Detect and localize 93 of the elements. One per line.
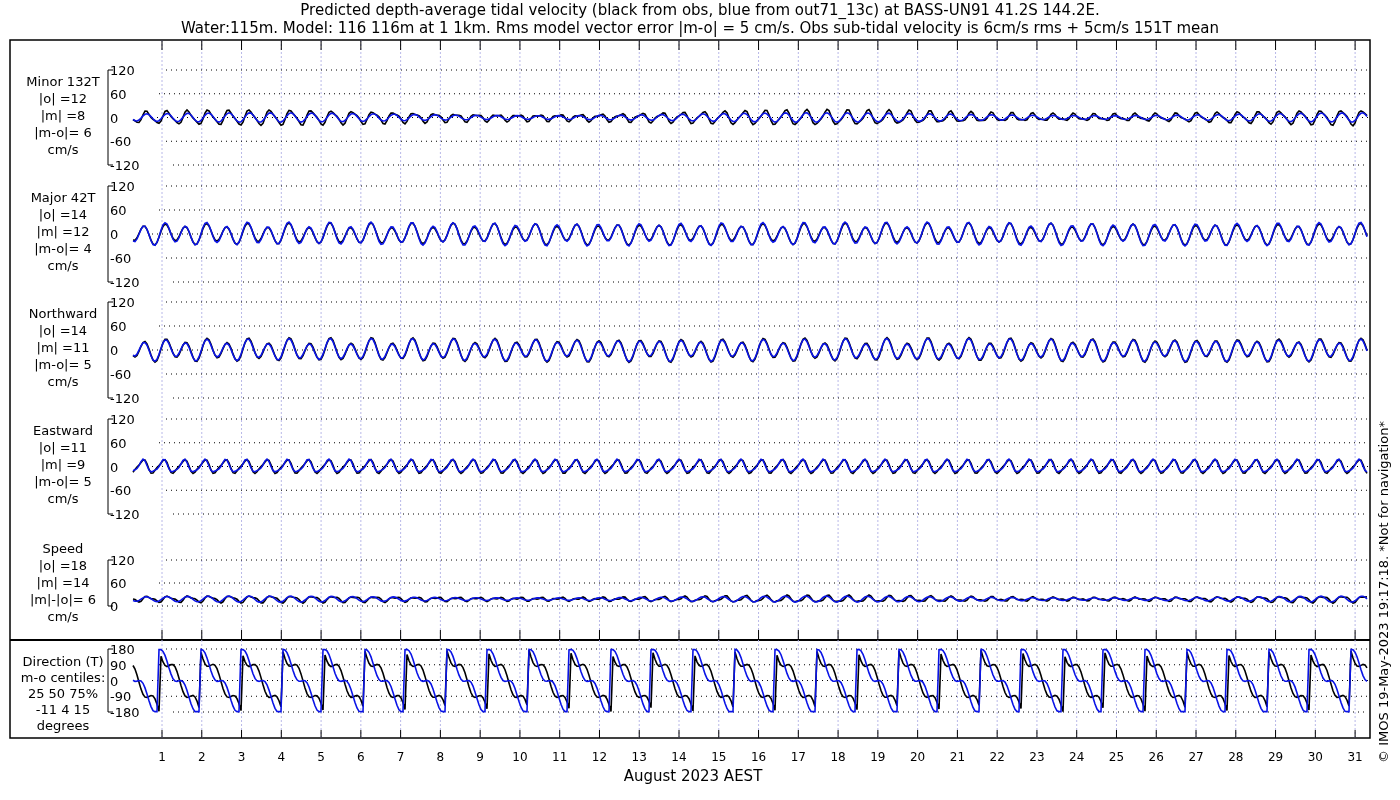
y-tick-label: -60 [110, 251, 132, 266]
panel-label: m-o centiles: [20, 670, 106, 685]
y-tick-label: -120 [110, 275, 140, 290]
x-tick-label: 28 [1228, 750, 1244, 764]
panel-label: 25 50 75% [27, 686, 99, 701]
y-tick-label: 120 [110, 179, 135, 194]
y-tick-label: -180 [110, 705, 140, 720]
chart-title: Predicted depth-average tidal velocity (black from obs, blue from out71_13c) at BASS-UN91 41.2S 144.2E. [300, 1, 1100, 19]
panel-label: |m-o|= 6 [34, 125, 92, 140]
y-tick-label: -60 [110, 483, 132, 499]
y-tick-label: 90 [110, 657, 127, 673]
panel-label: Major 42T [30, 190, 96, 205]
x-tick-label: 9 [476, 750, 484, 764]
y-tick-label: -120 [110, 158, 140, 173]
x-tick-label: 24 [1069, 750, 1085, 764]
y-tick-label: -60 [110, 367, 132, 382]
panel-label: |m| =14 [36, 575, 90, 590]
x-tick-label: 29 [1267, 750, 1284, 764]
x-tick-label: 8 [436, 750, 445, 764]
x-tick-label: 2 [197, 750, 206, 764]
y-tick-label: 0 [110, 459, 119, 475]
x-tick-label: 18 [830, 750, 846, 764]
panel-label: |m|-|o|= 6 [29, 592, 97, 607]
y-tick-label: 60 [110, 576, 127, 591]
panel-label: cm/s [47, 258, 79, 273]
y-tick-label: 0 [110, 110, 119, 126]
panel-label: |m| =9 [40, 457, 86, 472]
x-tick-label: 26 [1148, 750, 1164, 764]
x-tick-label: 7 [396, 750, 405, 764]
x-tick-label: 4 [277, 750, 286, 764]
y-tick-label: 180 [110, 642, 135, 657]
x-tick-label: 5 [317, 750, 325, 764]
x-tick-label: 21 [949, 750, 966, 764]
panel-label: degrees [36, 718, 90, 733]
x-tick-label: 30 [1307, 750, 1323, 764]
panel-label: |m| =11 [36, 340, 90, 355]
panel-label: |m-o|= 5 [34, 357, 92, 372]
y-tick-label: -120 [110, 391, 140, 406]
panel-label: |m| =12 [36, 224, 90, 239]
x-tick-label: 23 [1029, 750, 1045, 764]
panel-label: -11 4 15 [35, 702, 91, 717]
panel-label: |m-o|= 5 [34, 474, 92, 489]
y-tick-label: 0 [110, 343, 119, 358]
x-tick-label: 22 [989, 750, 1005, 764]
y-tick-label: 60 [110, 435, 127, 451]
y-tick-label: 60 [110, 203, 127, 218]
panel-label: |o| =18 [38, 558, 88, 573]
x-tick-label: 13 [631, 750, 647, 764]
y-tick-label: 120 [110, 295, 135, 310]
x-tick-label: 10 [512, 750, 528, 764]
y-tick-label: 0 [110, 227, 119, 242]
panel-label: |o| =12 [38, 91, 88, 106]
panel-label: cm/s [47, 374, 79, 389]
y-tick-label: -60 [110, 134, 132, 150]
y-tick-label: -90 [110, 689, 132, 705]
x-tick-label: 17 [790, 750, 806, 764]
panel-label: |o| =14 [38, 323, 88, 338]
panel-label: cm/s [47, 609, 79, 624]
panel-label: Minor 132T [26, 74, 100, 89]
y-tick-label: 120 [110, 553, 135, 568]
y-tick-label: 120 [110, 412, 135, 427]
y-tick-label: -120 [110, 507, 140, 522]
x-tick-label: 11 [552, 750, 568, 764]
x-tick-label: 3 [237, 750, 246, 764]
copyright-note: © IMOS 19-May-2023 19:17:18. *Not for navigation* [1376, 421, 1391, 763]
panel-label: |o| =11 [38, 440, 88, 455]
y-tick-label: 60 [110, 86, 127, 102]
x-tick-label: 15 [711, 750, 727, 764]
panel-label: |m-o|= 4 [34, 241, 92, 256]
x-tick-label: 14 [671, 750, 687, 764]
panel-label: cm/s [47, 142, 79, 157]
x-tick-label: 12 [591, 750, 608, 764]
x-axis-label: August 2023 AEST [623, 767, 763, 785]
y-tick-label: 60 [110, 319, 127, 334]
panel-label: |m| =8 [40, 108, 86, 123]
panel-label: Eastward [33, 423, 93, 438]
x-tick-label: 1 [158, 750, 166, 764]
x-tick-label: 16 [750, 750, 767, 764]
panel-label: Speed [42, 541, 84, 556]
x-tick-label: 20 [910, 750, 926, 764]
y-tick-label: 120 [110, 63, 135, 78]
x-tick-label: 19 [870, 750, 886, 764]
y-tick-label: 0 [110, 599, 119, 614]
chart-title: Water:115m. Model: 116 116m at 1 1km. Rms model vector error |m-o| = 5 cm/s. Obs sub-tidal velocity is 6cm/s rms + 5cm/s 151T mean [180, 19, 1220, 37]
panel-label: cm/s [47, 491, 79, 506]
y-tick-label: 0 [110, 673, 119, 689]
panel-label: Direction (T) [22, 654, 104, 669]
panel-label: Northward [28, 306, 98, 321]
x-tick-label: 27 [1188, 750, 1204, 764]
x-tick-label: 31 [1347, 750, 1363, 764]
x-tick-label: 25 [1108, 750, 1125, 764]
panel-label: |o| =14 [38, 207, 88, 222]
x-tick-label: 6 [357, 750, 365, 764]
